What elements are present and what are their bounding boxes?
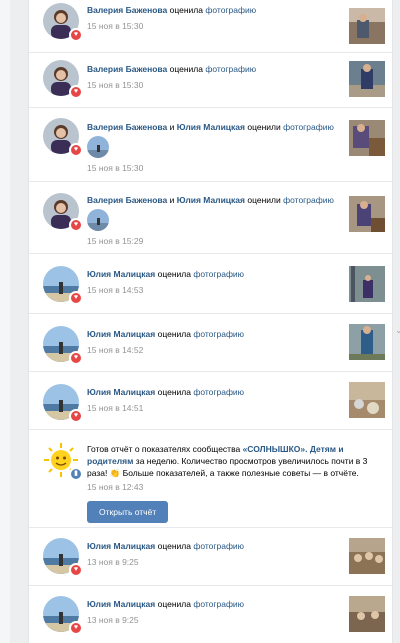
avatar[interactable]: ♥ — [43, 596, 83, 635]
actor-link[interactable]: Валерия Баженова — [87, 64, 167, 74]
photo-thumbnail[interactable] — [349, 324, 385, 360]
avatar[interactable]: ♥ — [43, 538, 83, 577]
notification-item[interactable]: ♥ Валерия Баженова оценила фотографию 15… — [29, 53, 392, 108]
timestamp: 13 ноя в 9:25 — [87, 615, 139, 625]
heart-icon: ♥ — [69, 621, 83, 635]
open-report-button[interactable]: Открыть отчёт — [87, 501, 169, 523]
avatar[interactable]: ♥ — [43, 3, 83, 42]
notification-item[interactable]: ♥ Валерия Баженова оценила фотографию 15… — [29, 0, 392, 53]
notification-item[interactable]: ♥ Юлия Малицкая оценила фотографию 13 но… — [29, 586, 392, 643]
photo-thumbnail[interactable] — [349, 266, 385, 302]
conjunction: и — [169, 122, 175, 132]
heart-icon: ♥ — [69, 218, 83, 232]
notification-item[interactable]: ♥ Валерия Баженова и Юлия Малицкая оцени… — [29, 182, 392, 254]
actor-link[interactable]: Юлия Малицкая — [87, 387, 155, 397]
clap-emoji-icon: 👏 — [109, 468, 121, 478]
photo-thumbnail[interactable] — [349, 196, 385, 232]
timestamp: 15 ноя в 15:30 — [87, 163, 144, 173]
photo-thumbnail[interactable] — [349, 596, 385, 632]
photo-thumbnail[interactable] — [349, 8, 385, 44]
heart-icon: ♥ — [69, 143, 83, 157]
action-verb: оценила — [169, 5, 203, 15]
timestamp: 15 ноя в 14:52 — [87, 345, 144, 355]
heart-icon: ♥ — [69, 351, 83, 365]
object-link[interactable]: фотографию — [205, 64, 256, 74]
heart-icon: ♥ — [69, 85, 83, 99]
action-verb: оценила — [157, 387, 191, 397]
left-strip — [0, 0, 10, 643]
photo-thumbnail[interactable] — [349, 61, 385, 97]
avatar[interactable]: ♥ — [43, 193, 83, 232]
photo-thumbnail[interactable] — [349, 538, 385, 574]
action-verb: оценили — [247, 195, 281, 205]
actor-link[interactable]: Юлия Малицкая — [87, 541, 155, 551]
action-verb: оценили — [247, 122, 281, 132]
actor-link[interactable]: Юлия Малицкая — [87, 599, 155, 609]
avatar[interactable]: ♥ — [43, 118, 83, 157]
actor-link[interactable]: Юлия Малицкая — [87, 329, 155, 339]
notification-item[interactable]: ♥ Юлия Малицкая оценила фотографию 15 но… — [29, 372, 392, 430]
object-link[interactable]: фотографию — [193, 387, 244, 397]
notice-text-part1: Готов отчёт о показателях сообщества — [87, 444, 243, 454]
community-avatar[interactable]: ▮ — [43, 442, 83, 481]
photo-thumbnail[interactable] — [349, 382, 385, 418]
notifications-feed: ♥ Валерия Баженова оценила фотографию 15… — [28, 0, 393, 643]
avatar[interactable]: ♥ — [43, 60, 83, 99]
timestamp: 13 ноя в 9:25 — [87, 557, 139, 567]
actor-link[interactable]: Валерия Баженова — [87, 195, 167, 205]
report-notice: ▮ Готов отчёт о показателях сообщества «… — [29, 430, 392, 528]
avatar[interactable]: ♥ — [43, 266, 83, 305]
heart-icon: ♥ — [69, 291, 83, 305]
conjunction: и — [169, 195, 175, 205]
avatar[interactable]: ♥ — [43, 326, 83, 365]
timestamp: 15 ноя в 14:53 — [87, 285, 144, 295]
timestamp: 15 ноя в 14:51 — [87, 403, 144, 413]
actor-link[interactable]: Юлия Малицкая — [87, 269, 155, 279]
actor2-link[interactable]: Юлия Малицкая — [177, 122, 245, 132]
mini-avatar[interactable] — [87, 136, 109, 158]
notification-item[interactable]: ♥ Валерия Баженова и Юлия Малицкая оцени… — [29, 108, 392, 182]
object-link[interactable]: фотографию — [283, 195, 334, 205]
actor2-link[interactable]: Юлия Малицкая — [177, 195, 245, 205]
notification-item[interactable]: ♥ Юлия Малицкая оценила фотографию 15 но… — [29, 314, 392, 372]
mini-avatar[interactable] — [87, 209, 109, 231]
object-link[interactable]: фотографию — [283, 122, 334, 132]
notification-item[interactable]: ♥ Юлия Малицкая оценила фотографию 13 но… — [29, 528, 392, 586]
object-link[interactable]: фотографию — [193, 269, 244, 279]
avatar[interactable]: ♥ — [43, 384, 83, 423]
heart-icon: ♥ — [69, 409, 83, 423]
photo-thumbnail[interactable] — [349, 120, 385, 156]
stats-badge-icon: ▮ — [69, 467, 83, 481]
object-link[interactable]: фотографию — [193, 329, 244, 339]
notice-text-part3: Больше показателей, а также полезные сов… — [120, 468, 359, 478]
object-link[interactable]: фотографию — [193, 599, 244, 609]
chevron-down-icon[interactable]: ⌄ — [395, 325, 400, 336]
action-verb: оценила — [157, 599, 191, 609]
timestamp: 15 ноя в 12:43 — [87, 482, 144, 492]
actor-link[interactable]: Валерия Баженова — [87, 122, 167, 132]
actor-link[interactable]: Валерия Баженова — [87, 5, 167, 15]
timestamp: 15 ноя в 15:30 — [87, 80, 144, 90]
object-link[interactable]: фотографию — [205, 5, 256, 15]
timestamp: 15 ноя в 15:29 — [87, 236, 144, 246]
action-verb: оценила — [157, 541, 191, 551]
action-verb: оценила — [169, 64, 203, 74]
notification-item[interactable]: ♥ Юлия Малицкая оценила фотографию 15 но… — [29, 254, 392, 314]
heart-icon: ♥ — [69, 563, 83, 577]
timestamp: 15 ноя в 15:30 — [87, 21, 144, 31]
heart-icon: ♥ — [69, 28, 83, 42]
action-verb: оценила — [157, 269, 191, 279]
object-link[interactable]: фотографию — [193, 541, 244, 551]
action-verb: оценила — [157, 329, 191, 339]
